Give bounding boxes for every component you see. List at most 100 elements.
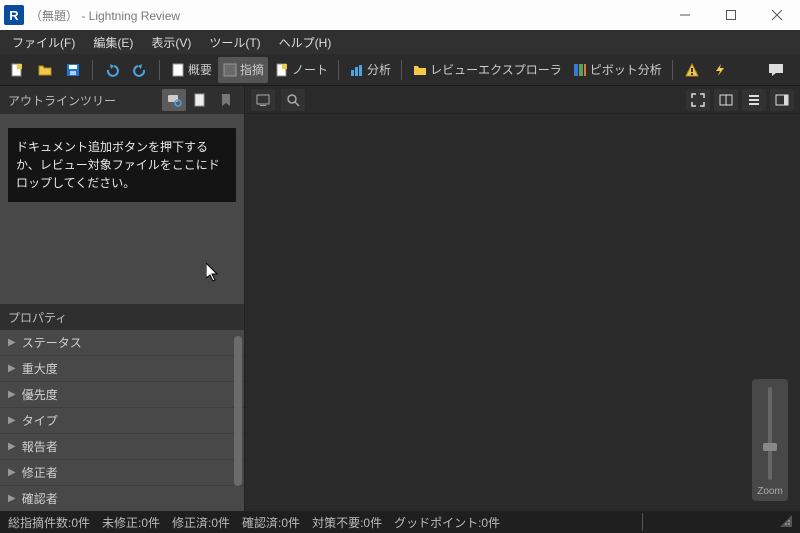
canvas[interactable]: Zoom [245, 114, 800, 511]
prop-row-status[interactable]: ▶ステータス [0, 330, 244, 356]
status-not-needed: 対策不要:0件 [312, 514, 382, 531]
prop-row-priority[interactable]: ▶ 優先度 [0, 382, 244, 408]
left-pane: アウトラインツリー ドキュメント追加ボタンを押下するか、レビュー対象ファイルをこ… [0, 86, 245, 511]
new-doc-icon [9, 62, 25, 78]
chevron-right-icon: ▶ [8, 441, 16, 452]
comment-button[interactable] [762, 57, 788, 83]
prop-label: 重大度 [22, 360, 58, 377]
document-icon [170, 62, 186, 78]
note-label: ノート [292, 61, 328, 78]
toolbar-separator [672, 60, 673, 80]
prop-label: 報告者 [22, 438, 58, 455]
chart-icon [349, 62, 365, 78]
chevron-right-icon: ▶ [8, 337, 16, 348]
zoom-thumb[interactable] [763, 443, 777, 451]
status-good: グッドポイント:0件 [394, 514, 500, 531]
warning-icon [684, 62, 700, 78]
folder-icon [412, 62, 428, 78]
zoom-slider[interactable] [768, 387, 772, 480]
maximize-button[interactable] [708, 0, 754, 30]
analysis-button[interactable]: 分析 [345, 57, 395, 83]
undo-icon [104, 62, 120, 78]
fullscreen-icon [690, 92, 706, 108]
issue-button[interactable]: 指摘 [218, 57, 268, 83]
open-button[interactable] [32, 57, 58, 83]
menubar: ファイル(F) 編集(E) 表示(V) ツール(T) ヘルプ(H) [0, 30, 800, 54]
prop-label: 修正者 [22, 464, 58, 481]
undo-button[interactable] [99, 57, 125, 83]
outline-filter-button[interactable] [162, 89, 186, 111]
menu-tools[interactable]: ツール(T) [201, 32, 268, 53]
document-add-icon [192, 92, 208, 108]
zoom-control: Zoom [752, 379, 788, 501]
overview-label: 概要 [188, 61, 212, 78]
properties-title: プロパティ [8, 309, 67, 326]
speech-search-icon [166, 92, 182, 108]
warning-button[interactable] [679, 57, 705, 83]
pivot-icon [572, 62, 588, 78]
list-view-button[interactable] [742, 89, 766, 111]
split-h-button[interactable] [714, 89, 738, 111]
chevron-right-icon: ▶ [8, 415, 16, 426]
folder-open-icon [37, 62, 53, 78]
screen-icon [255, 92, 271, 108]
toolbar-separator [159, 60, 160, 80]
titlebar: R （無題） - Lightning Review [0, 0, 800, 30]
status-input[interactable] [642, 513, 762, 531]
review-explorer-label: レビューエクスプローラ [430, 61, 562, 78]
minimize-button[interactable] [662, 0, 708, 30]
menu-help[interactable]: ヘルプ(H) [271, 32, 340, 53]
list-icon [746, 92, 762, 108]
redo-icon [132, 62, 148, 78]
pivot-label: ピボット分析 [590, 61, 662, 78]
prop-row-type[interactable]: ▶ タイプ [0, 408, 244, 434]
menu-edit[interactable]: 編集(E) [85, 32, 141, 53]
prop-row-severity[interactable]: ▶ 重大度 [0, 356, 244, 382]
redo-button[interactable] [127, 57, 153, 83]
status-confirmed: 確認済:0件 [242, 514, 300, 531]
menu-file[interactable]: ファイル(F) [4, 32, 83, 53]
overview-button[interactable]: 概要 [166, 57, 216, 83]
speech-bubble-icon [767, 62, 783, 78]
prop-label: タイプ [22, 412, 58, 429]
chevron-right-icon: ▶ [8, 363, 16, 374]
fullscreen-button[interactable] [686, 89, 710, 111]
window-title: （無題） - Lightning Review [30, 7, 662, 24]
prop-row-fixer[interactable]: ▶ 修正者 [0, 460, 244, 486]
search-button[interactable] [281, 89, 305, 111]
panel-right-button[interactable] [770, 89, 794, 111]
toolbar: 概要 指摘 ノート 分析 レビューエクスプローラ ピボット分析 [0, 54, 800, 86]
toolbar-separator [338, 60, 339, 80]
flash-icon [712, 62, 728, 78]
note-button[interactable]: ノート [270, 57, 332, 83]
outline-bookmark-button[interactable] [214, 89, 238, 111]
drop-hint: ドキュメント追加ボタンを押下するか、レビュー対象ファイルをここにドロップしてくだ… [8, 128, 236, 202]
properties-scrollbar[interactable] [234, 336, 242, 486]
right-pane: Zoom [245, 86, 800, 511]
resize-grip-icon[interactable] [780, 515, 792, 530]
chevron-right-icon: ▶ [8, 467, 16, 478]
main-area: アウトラインツリー ドキュメント追加ボタンを押下するか、レビュー対象ファイルをこ… [0, 86, 800, 511]
flash-button[interactable] [707, 57, 733, 83]
pivot-button[interactable]: ピボット分析 [568, 57, 666, 83]
issue-label: 指摘 [240, 61, 264, 78]
menu-view[interactable]: 表示(V) [143, 32, 199, 53]
close-button[interactable] [754, 0, 800, 30]
prop-row-reporter[interactable]: ▶ 報告者 [0, 434, 244, 460]
statusbar: 総指摘件数:0件 未修正:0件 修正済:0件 確認済:0件 対策不要:0件 グッ… [0, 511, 800, 533]
outline-add-button[interactable] [188, 89, 212, 111]
new-doc-button[interactable] [4, 57, 30, 83]
bookmark-icon [218, 92, 234, 108]
toolbar-separator [401, 60, 402, 80]
view-layout-button[interactable] [251, 89, 275, 111]
save-icon [65, 62, 81, 78]
note-icon [274, 62, 290, 78]
chevron-right-icon: ▶ [8, 389, 16, 400]
prop-row-confirmer[interactable]: ▶確認者 [0, 486, 244, 511]
outline-body[interactable]: ドキュメント追加ボタンを押下するか、レビュー対象ファイルをここにドロップしてくだ… [0, 114, 244, 304]
chevron-right-icon: ▶ [8, 493, 16, 504]
prop-label: 優先度 [22, 386, 58, 403]
save-button[interactable] [60, 57, 86, 83]
issue-icon [222, 62, 238, 78]
review-explorer-button[interactable]: レビューエクスプローラ [408, 57, 566, 83]
